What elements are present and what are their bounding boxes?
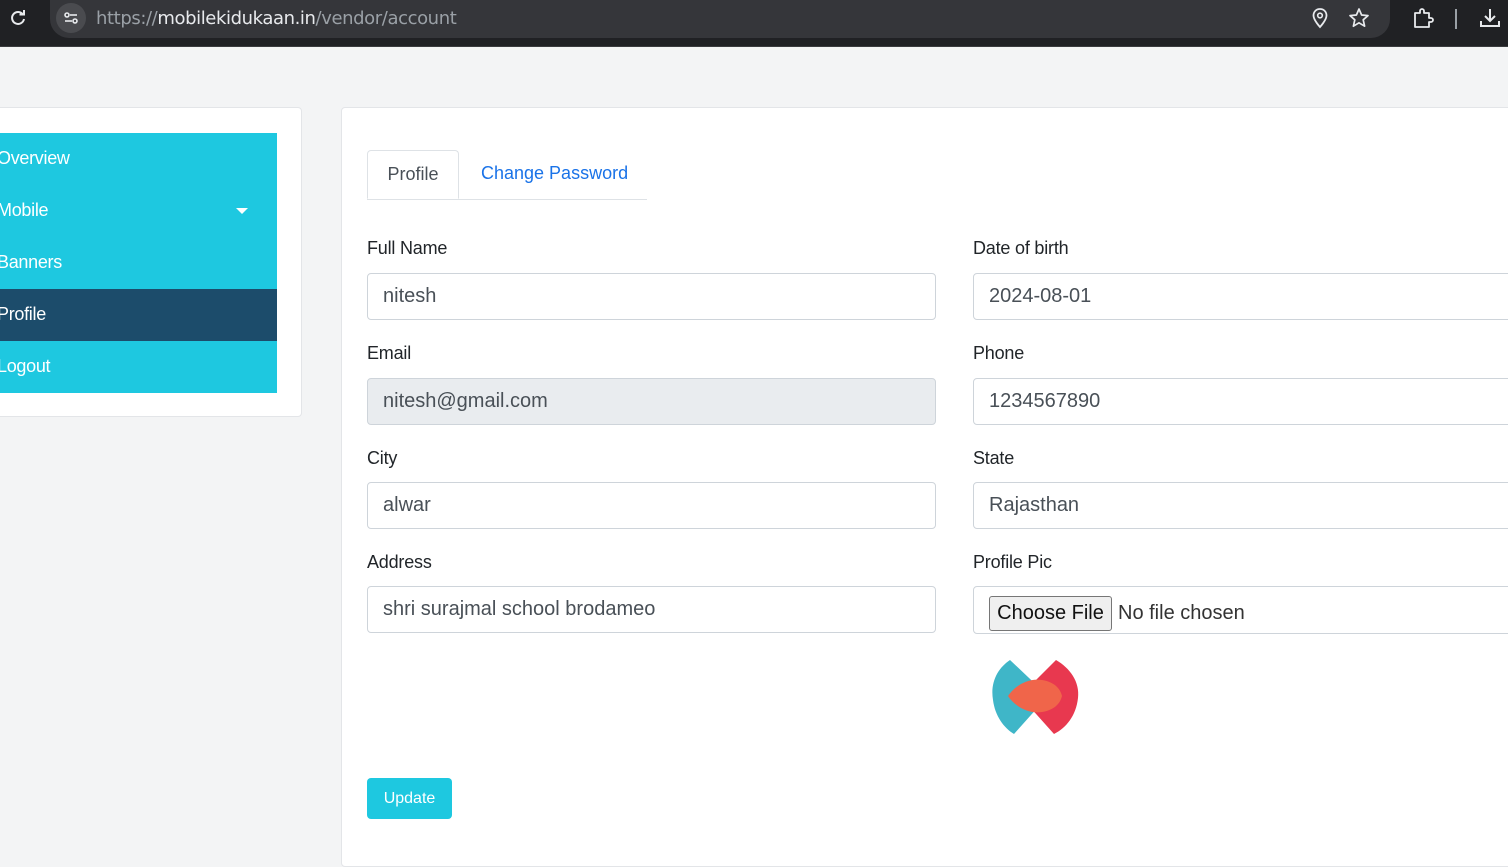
url-text[interactable]: https://mobilekidukaan.in/vendor/account [96,8,457,29]
dob-input[interactable]: 2024-08-01 [973,273,1508,320]
update-button[interactable]: Update [367,778,452,819]
sidebar-item-label: Banners [0,252,62,272]
state-label: State [973,448,1015,468]
phone-label: Phone [973,343,1025,363]
browser-toolbar: https://mobilekidukaan.in/vendor/account [0,0,1508,47]
address-bar[interactable]: https://mobilekidukaan.in/vendor/account [50,0,1390,38]
sidebar-item-label: Overview [0,148,70,168]
address-input[interactable]: shri surajmal school brodameo [367,586,936,633]
email-label: Email [367,343,412,363]
location-pin-icon[interactable] [1310,7,1330,29]
caret-down-icon [236,208,248,214]
full-name-label: Full Name [367,238,448,258]
url-path: /vendor/account [315,8,457,29]
profile-pic-preview [992,660,1079,734]
sidebar-item-overview[interactable]: Overview [0,133,277,185]
address-label: Address [367,552,432,572]
choose-file-button[interactable]: Choose File [989,596,1112,631]
reload-icon[interactable] [8,8,28,28]
state-input[interactable]: Rajasthan [973,482,1508,529]
url-scheme: https:// [96,8,158,29]
sidebar-item-label: Profile [0,304,46,324]
download-icon[interactable] [1478,6,1502,30]
full-name-input[interactable]: nitesh [367,273,936,320]
profile-pic-file-input: Choose File No file chosen [973,586,1508,634]
file-status-text: No file chosen [1118,602,1245,624]
dob-label: Date of birth [973,238,1069,258]
tab-bar: Profile Change Password [367,150,647,200]
tab-profile[interactable]: Profile [367,150,459,199]
site-settings-icon[interactable] [56,3,86,33]
city-input[interactable]: alwar [367,482,936,529]
bookmark-star-icon[interactable] [1348,7,1370,29]
sidebar-item-profile[interactable]: Profile [0,289,277,341]
sidebar-item-mobile[interactable]: Mobile [0,185,277,237]
tab-change-password[interactable]: Change Password [481,150,628,199]
url-host: mobilekidukaan.in [157,8,316,29]
sidebar-item-label: Mobile [0,200,49,220]
email-input: nitesh@gmail.com [367,378,936,425]
sidebar-item-logout[interactable]: Logout [0,341,277,393]
sidebar-nav: Overview Mobile Banners Profile Logout [0,133,277,393]
toolbar-divider [1455,9,1457,29]
phone-input[interactable]: 1234567890 [973,378,1508,425]
sidebar-item-label: Logout [0,356,51,376]
city-label: City [367,448,398,468]
extensions-icon[interactable] [1411,6,1435,30]
profile-pic-label: Profile Pic [973,552,1052,572]
sidebar-item-banners[interactable]: Banners [0,237,277,289]
